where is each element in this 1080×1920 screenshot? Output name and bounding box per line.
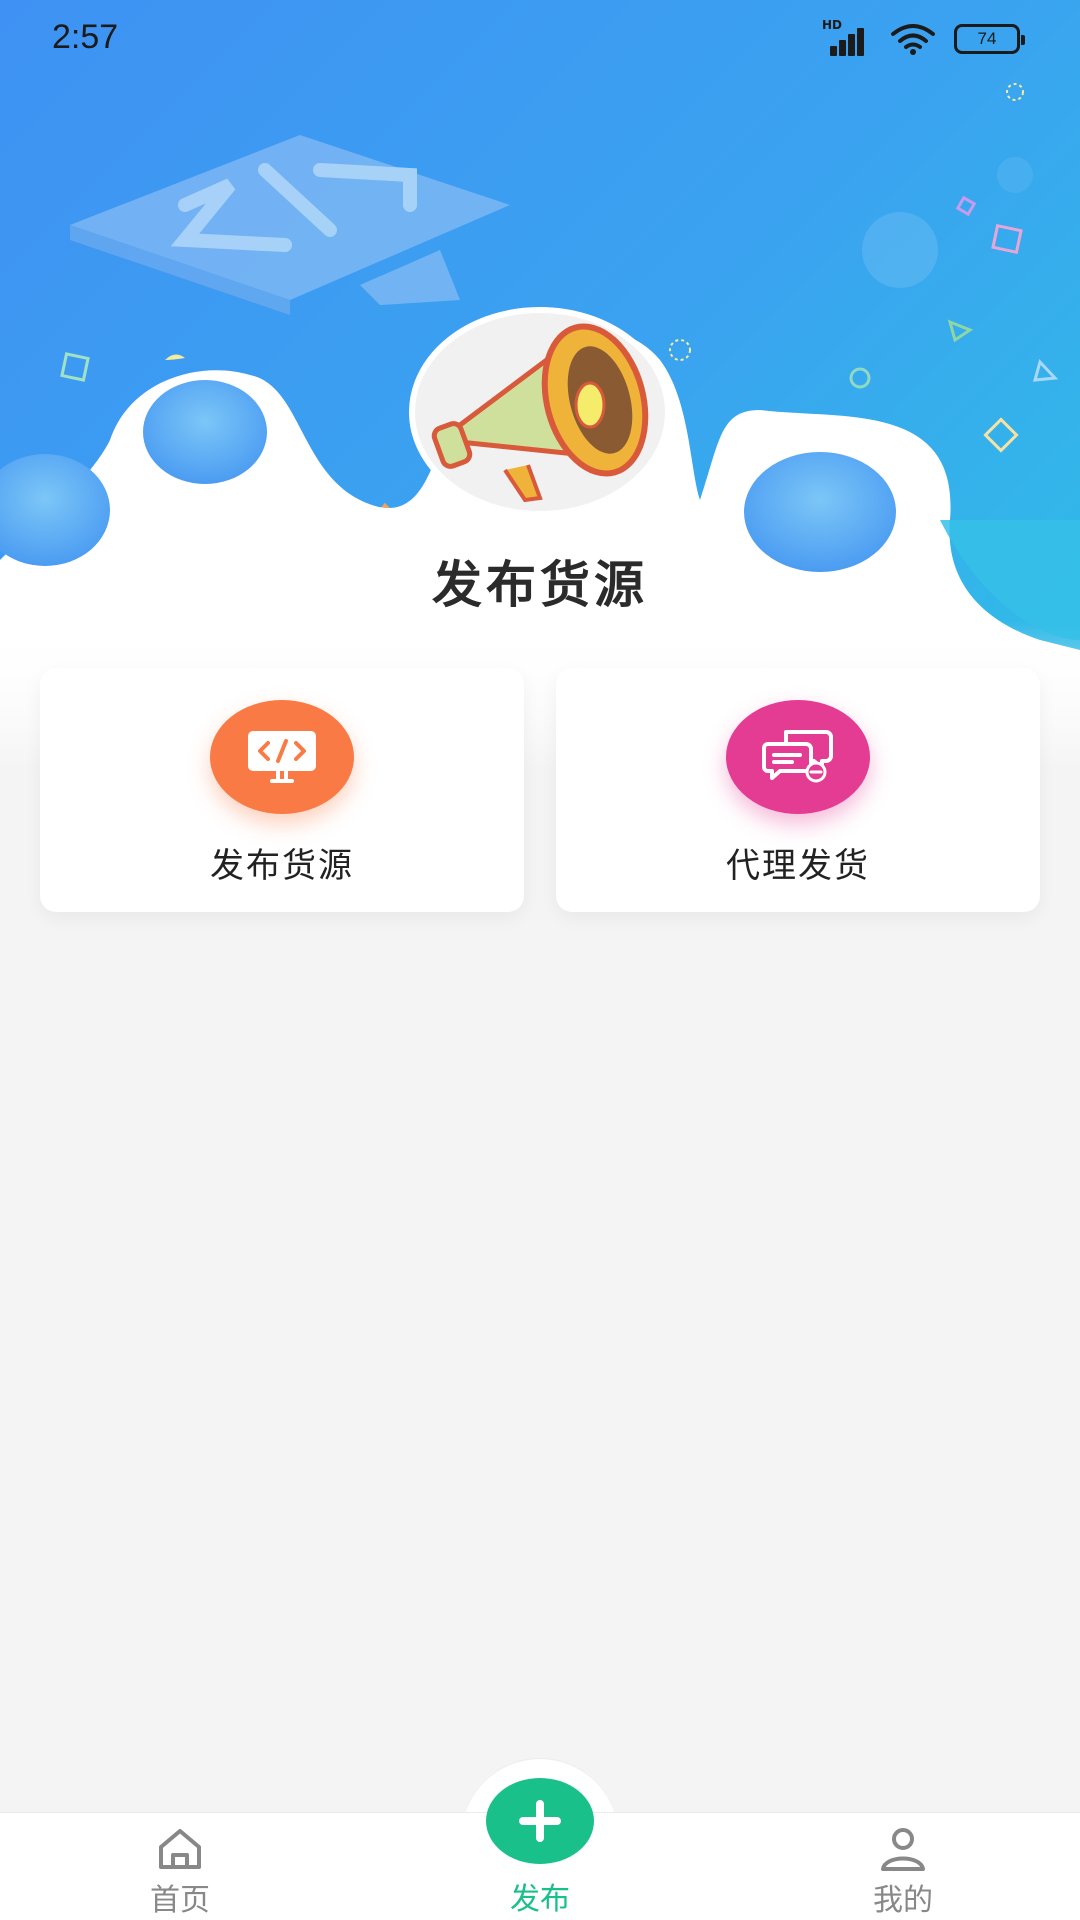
publish-button[interactable] bbox=[486, 1778, 594, 1864]
hero-banner: 2:57 HD 74 发布货源 bbox=[0, 0, 1080, 770]
action-cards: 发布货源 代理发货 bbox=[40, 668, 1040, 912]
plus-icon bbox=[519, 1800, 561, 1842]
screen: 2:57 HD 74 发布货源 发布货源 代理发货 首页 我的 发布 bbox=[0, 0, 1080, 1920]
hero-illustration bbox=[0, 83, 1080, 770]
home-icon bbox=[159, 1829, 201, 1869]
cellular-signal-icon: HD bbox=[822, 18, 872, 56]
tab-publish[interactable]: 发布 bbox=[440, 1774, 640, 1920]
megaphone-icon bbox=[409, 307, 671, 517]
publish-goods-card[interactable]: 发布货源 bbox=[40, 668, 524, 912]
person-icon bbox=[881, 1828, 925, 1871]
network-type-label: HD bbox=[822, 18, 843, 32]
agent-shipping-label: 代理发货 bbox=[726, 846, 870, 886]
code-board-decoration bbox=[70, 135, 510, 315]
tab-home-label: 首页 bbox=[150, 1883, 210, 1918]
status-time: 2:57 bbox=[52, 18, 119, 56]
tab-publish-label: 发布 bbox=[510, 1882, 570, 1917]
publish-goods-label: 发布货源 bbox=[210, 846, 354, 886]
wifi-icon bbox=[891, 24, 935, 55]
tab-mine[interactable]: 我的 bbox=[803, 1813, 1003, 1920]
page-title: 发布货源 bbox=[432, 556, 648, 614]
status-bar: 2:57 HD 74 bbox=[0, 0, 1080, 80]
chat-bubbles-icon bbox=[726, 700, 870, 814]
agent-shipping-card[interactable]: 代理发货 bbox=[556, 668, 1040, 912]
battery-icon: 74 bbox=[954, 24, 1025, 54]
status-icons: HD 74 bbox=[822, 18, 1025, 56]
tab-mine-label: 我的 bbox=[873, 1883, 933, 1918]
code-monitor-icon bbox=[210, 700, 354, 814]
tab-home[interactable]: 首页 bbox=[80, 1813, 280, 1920]
